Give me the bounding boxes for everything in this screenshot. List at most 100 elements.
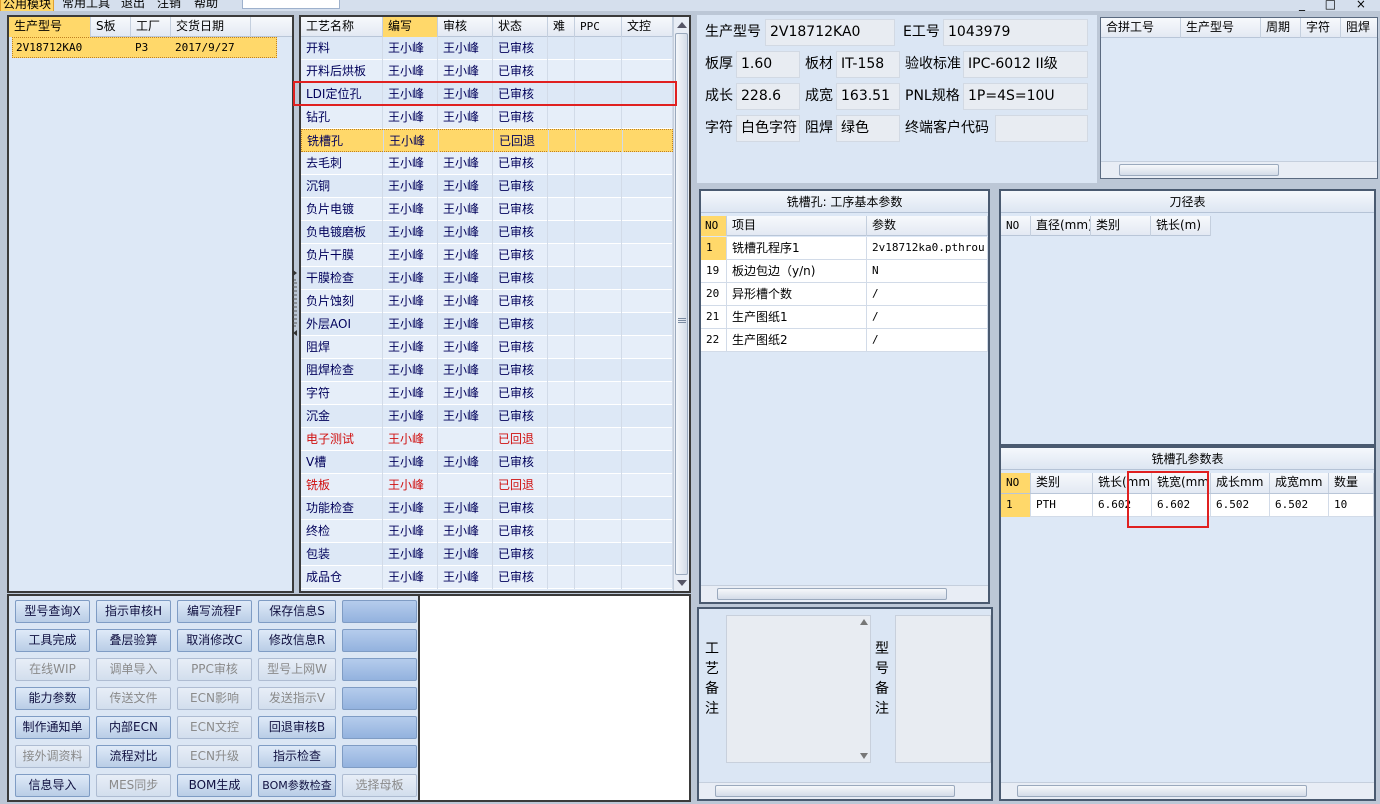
action-button[interactable]: 编写流程F bbox=[177, 600, 252, 623]
splitter-grip[interactable] bbox=[293, 270, 298, 336]
menu-logout[interactable]: 注销 bbox=[157, 0, 181, 10]
action-button[interactable]: 在线WIP bbox=[15, 658, 90, 681]
col-writer[interactable]: 编写 bbox=[383, 17, 438, 37]
process-row[interactable]: 沉金 王小峰 王小峰 已审核 bbox=[301, 405, 673, 428]
process-row[interactable]: 负片蚀刻 王小峰 王小峰 已审核 bbox=[301, 290, 673, 313]
blank-button[interactable] bbox=[342, 629, 417, 652]
params-row[interactable]: 19 板边包边（y/n) N bbox=[701, 260, 988, 283]
col-reviewer[interactable]: 审核 bbox=[438, 17, 493, 37]
process-row[interactable]: 铣槽孔 王小峰 已回退 bbox=[301, 129, 674, 153]
action-button[interactable]: 指示审核H bbox=[96, 600, 171, 623]
col-merge-model[interactable]: 生产型号 bbox=[1181, 18, 1261, 38]
col-merge-no[interactable]: 合拼工号 bbox=[1101, 18, 1181, 38]
process-row[interactable]: 包装 王小峰 王小峰 已审核 bbox=[301, 543, 673, 566]
merge-hscroll[interactable] bbox=[1101, 161, 1377, 178]
process-row[interactable]: 电子测试 王小峰 已回退 bbox=[301, 428, 673, 451]
params-row[interactable]: 22 生产图纸2/ bbox=[701, 329, 988, 352]
action-button[interactable]: 修改信息R bbox=[258, 629, 336, 652]
action-button[interactable]: ECN影响 bbox=[177, 687, 252, 710]
col-s-board[interactable]: S板 bbox=[91, 17, 131, 37]
process-row[interactable]: 负片干膜 王小峰 王小峰 已审核 bbox=[301, 244, 673, 267]
process-scroll-thumb[interactable] bbox=[675, 33, 688, 575]
process-row[interactable]: 阻焊检查 王小峰 王小峰 已审核 bbox=[301, 359, 673, 382]
col-delivery-date[interactable]: 交货日期 bbox=[171, 17, 251, 37]
action-button[interactable]: 指示检查 bbox=[258, 745, 336, 768]
menu-search-input[interactable] bbox=[242, 0, 340, 9]
col-merge-mask[interactable]: 阻焊 bbox=[1341, 18, 1379, 38]
action-button[interactable]: 制作通知单 bbox=[15, 716, 90, 739]
col-params-no[interactable]: NO bbox=[701, 216, 727, 236]
blank-button[interactable] bbox=[342, 745, 417, 768]
col-tool-diameter[interactable]: 直径(mm) bbox=[1031, 216, 1091, 236]
action-button[interactable]: BOM生成 bbox=[177, 774, 252, 797]
process-row[interactable]: 功能检查 王小峰 王小峰 已审核 bbox=[301, 497, 673, 520]
action-button[interactable]: 流程对比 bbox=[96, 745, 171, 768]
col-ppc[interactable]: PPC bbox=[575, 17, 622, 37]
menu-help[interactable]: 帮助 bbox=[194, 0, 218, 10]
col-tool-length[interactable]: 铣长(m) bbox=[1151, 216, 1211, 236]
col-model[interactable]: 生产型号 bbox=[9, 17, 91, 37]
col-process-name[interactable]: 工艺名称 bbox=[301, 17, 383, 37]
action-button[interactable]: ECN文控 bbox=[177, 716, 252, 739]
field-length[interactable]: 228.6 bbox=[736, 83, 800, 110]
params-row[interactable]: 21 生产图纸1/ bbox=[701, 306, 988, 329]
col-difficulty[interactable]: 难 bbox=[548, 17, 575, 37]
action-button[interactable]: ECN升级 bbox=[177, 745, 252, 768]
action-button[interactable]: BOM参数检查 bbox=[258, 774, 336, 797]
col-merge-char[interactable]: 字符 bbox=[1301, 18, 1341, 38]
process-row[interactable]: 外层AOI 王小峰 王小峰 已审核 bbox=[301, 313, 673, 336]
notes-hscroll[interactable] bbox=[699, 782, 991, 799]
action-button[interactable]: 调单导入 bbox=[96, 658, 171, 681]
model-notes-field[interactable] bbox=[895, 615, 991, 763]
scroll-up-arrow-icon[interactable] bbox=[677, 21, 687, 29]
action-button[interactable]: 选择母板 bbox=[342, 774, 417, 797]
process-row[interactable]: 沉铜 王小峰 王小峰 已审核 bbox=[301, 175, 673, 198]
col-slot-finish-width[interactable]: 成宽mm bbox=[1270, 473, 1329, 493]
scroll-down-arrow-icon[interactable] bbox=[677, 579, 687, 587]
process-row[interactable]: V槽 王小峰 王小峰 已审核 bbox=[301, 451, 673, 474]
action-button[interactable]: 工具完成 bbox=[15, 629, 90, 652]
field-character[interactable]: 白色字符 bbox=[736, 115, 800, 142]
field-material[interactable]: IT-158 bbox=[836, 51, 900, 78]
blank-button[interactable] bbox=[342, 687, 417, 710]
process-row[interactable]: 开料 王小峰 王小峰 已审核 bbox=[301, 37, 673, 60]
field-width[interactable]: 163.51 bbox=[836, 83, 900, 110]
field-thickness[interactable]: 1.60 bbox=[736, 51, 800, 78]
field-solder-mask[interactable]: 绿色 bbox=[836, 115, 900, 142]
action-button[interactable]: PPC审核 bbox=[177, 658, 252, 681]
blank-button[interactable] bbox=[342, 600, 417, 623]
model-row[interactable]: 2V18712KA0 P3 2017/9/27 bbox=[12, 37, 277, 58]
action-button[interactable]: 内部ECN bbox=[96, 716, 171, 739]
process-row[interactable]: 终检 王小峰 王小峰 已审核 bbox=[301, 520, 673, 543]
col-params-item[interactable]: 项目 bbox=[727, 216, 867, 236]
col-factory[interactable]: 工厂 bbox=[131, 17, 171, 37]
process-row[interactable]: 阻焊 王小峰 王小峰 已审核 bbox=[301, 336, 673, 359]
params-hscroll-thumb[interactable] bbox=[717, 588, 947, 600]
col-doc-control[interactable]: 文控 bbox=[622, 17, 673, 37]
merge-hscroll-thumb[interactable] bbox=[1119, 164, 1279, 176]
process-row[interactable]: 负片电镀 王小峰 王小峰 已审核 bbox=[301, 198, 673, 221]
process-row[interactable]: 字符 王小峰 王小峰 已审核 bbox=[301, 382, 673, 405]
process-row[interactable]: 钻孔 王小峰 王小峰 已审核 bbox=[301, 106, 673, 129]
col-tool-no[interactable]: NO bbox=[1001, 216, 1031, 236]
process-row[interactable]: 铣板 王小峰 已回退 bbox=[301, 474, 673, 497]
blank-button[interactable] bbox=[342, 658, 417, 681]
slot-hscroll[interactable] bbox=[1001, 782, 1374, 799]
field-customer-code[interactable] bbox=[995, 115, 1088, 142]
action-button[interactable]: 叠层验算 bbox=[96, 629, 171, 652]
col-slot-qty[interactable]: 数量 bbox=[1329, 473, 1374, 493]
field-e-no[interactable]: 1043979 bbox=[943, 19, 1088, 46]
params-hscroll[interactable] bbox=[701, 585, 988, 602]
blank-button[interactable] bbox=[342, 716, 417, 739]
col-slot-no[interactable]: NO bbox=[1001, 473, 1031, 493]
slot-hscroll-thumb[interactable] bbox=[1017, 785, 1307, 797]
action-button[interactable]: 接外调资料 bbox=[15, 745, 90, 768]
action-button[interactable]: 传送文件 bbox=[96, 687, 171, 710]
col-status[interactable]: 状态 bbox=[493, 17, 548, 37]
process-row[interactable]: 负电镀磨板 王小峰 王小峰 已审核 bbox=[301, 221, 673, 244]
action-button[interactable]: 型号上网W bbox=[258, 658, 336, 681]
process-notes-field[interactable] bbox=[726, 615, 871, 763]
action-button[interactable]: 回退审核B bbox=[258, 716, 336, 739]
process-row[interactable]: 干膜检查 王小峰 王小峰 已审核 bbox=[301, 267, 673, 290]
col-merge-cycle[interactable]: 周期 bbox=[1261, 18, 1301, 38]
